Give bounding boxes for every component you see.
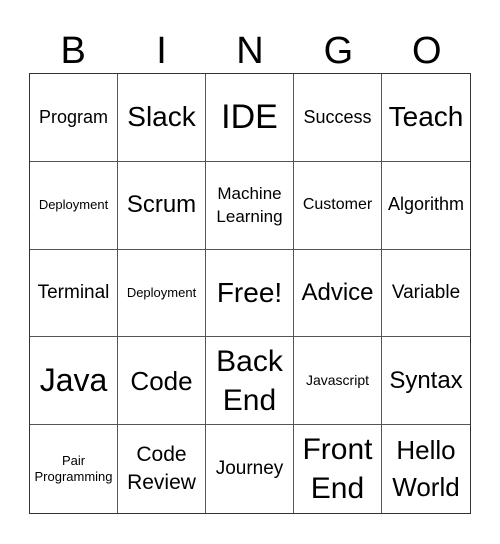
bingo-cell[interactable]: Advice xyxy=(294,249,382,338)
bingo-cell[interactable]: IDE xyxy=(206,74,294,162)
bingo-cell[interactable]: Back End xyxy=(206,337,294,426)
free-space-cell[interactable]: Free! xyxy=(206,249,294,338)
header-letter-g: G xyxy=(323,30,354,72)
bingo-cell[interactable]: Teach xyxy=(382,74,470,162)
bingo-cell[interactable]: Pair Programming xyxy=(30,425,118,513)
bingo-cell[interactable]: Scrum xyxy=(118,161,206,250)
bingo-cell[interactable]: Customer xyxy=(294,161,382,250)
bingo-cell[interactable]: Journey xyxy=(206,425,294,513)
bingo-cell[interactable]: Front End xyxy=(294,425,382,513)
bingo-cell[interactable]: Program xyxy=(30,74,118,162)
bingo-cell[interactable]: Terminal xyxy=(30,249,118,338)
header-letter-n: N xyxy=(236,30,264,72)
bingo-cell[interactable]: Algorithm xyxy=(382,162,470,250)
bingo-header: B I N G O xyxy=(29,28,471,74)
bingo-cell[interactable]: Syntax xyxy=(382,337,470,426)
bingo-cell[interactable]: Code Review xyxy=(118,425,206,513)
bingo-cell[interactable]: Slack xyxy=(118,74,206,162)
header-letter-o: O xyxy=(411,30,442,72)
header-letter-b: B xyxy=(60,30,86,72)
bingo-cell[interactable]: Java xyxy=(30,337,118,426)
bingo-cell[interactable]: Deployment xyxy=(30,161,118,250)
bingo-cell[interactable]: Deployment xyxy=(118,249,206,338)
bingo-cell[interactable]: Variable xyxy=(382,250,470,338)
bingo-cell[interactable]: Success xyxy=(294,74,382,162)
bingo-cell[interactable]: Machine Learning xyxy=(206,161,294,250)
bingo-cell[interactable]: Hello World xyxy=(382,425,470,513)
bingo-cell[interactable]: Code xyxy=(118,337,206,426)
bingo-card-grid: Program Slack IDE Success Teach Deployme… xyxy=(29,73,471,514)
bingo-cell[interactable]: Javascript xyxy=(294,337,382,426)
header-letter-i: I xyxy=(156,30,167,72)
